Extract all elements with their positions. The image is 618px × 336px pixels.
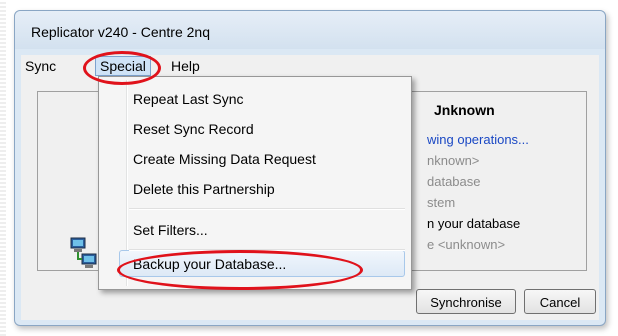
page-edge — [0, 0, 6, 336]
menu-item-reset-sync-record[interactable]: Reset Sync Record — [133, 121, 254, 137]
annotation-ellipse-backup — [117, 250, 363, 290]
network-computers-icon — [70, 237, 97, 268]
menu-separator — [129, 208, 405, 210]
title-bar[interactable]: Replicator v240 - Centre 2nq — [15, 11, 605, 49]
menu-item-set-filters[interactable]: Set Filters... — [133, 222, 208, 238]
status-line: nknown> — [427, 153, 480, 168]
synchronise-button[interactable]: Synchronise — [416, 289, 516, 314]
menu-sync[interactable]: Sync — [25, 58, 56, 74]
menu-item-create-missing-data-request[interactable]: Create Missing Data Request — [133, 151, 316, 167]
annotation-ellipse-special — [83, 51, 161, 85]
status-line: n your database — [427, 216, 521, 231]
menu-item-repeat-last-sync[interactable]: Repeat Last Sync — [133, 91, 244, 107]
menu-help[interactable]: Help — [171, 58, 200, 74]
status-line: database — [427, 174, 481, 189]
status-line: e <unknown> — [427, 237, 506, 252]
status-line: stem — [427, 195, 456, 210]
cancel-button[interactable]: Cancel — [524, 289, 596, 314]
status-operations-link[interactable]: wing operations... — [427, 132, 529, 147]
screenshot: Replicator v240 - Centre 2nq Sync Specia… — [0, 0, 618, 336]
menu-item-delete-partnership[interactable]: Delete this Partnership — [133, 181, 275, 197]
status-header: Jnknown — [434, 102, 495, 118]
window-title: Replicator v240 - Centre 2nq — [31, 24, 210, 40]
